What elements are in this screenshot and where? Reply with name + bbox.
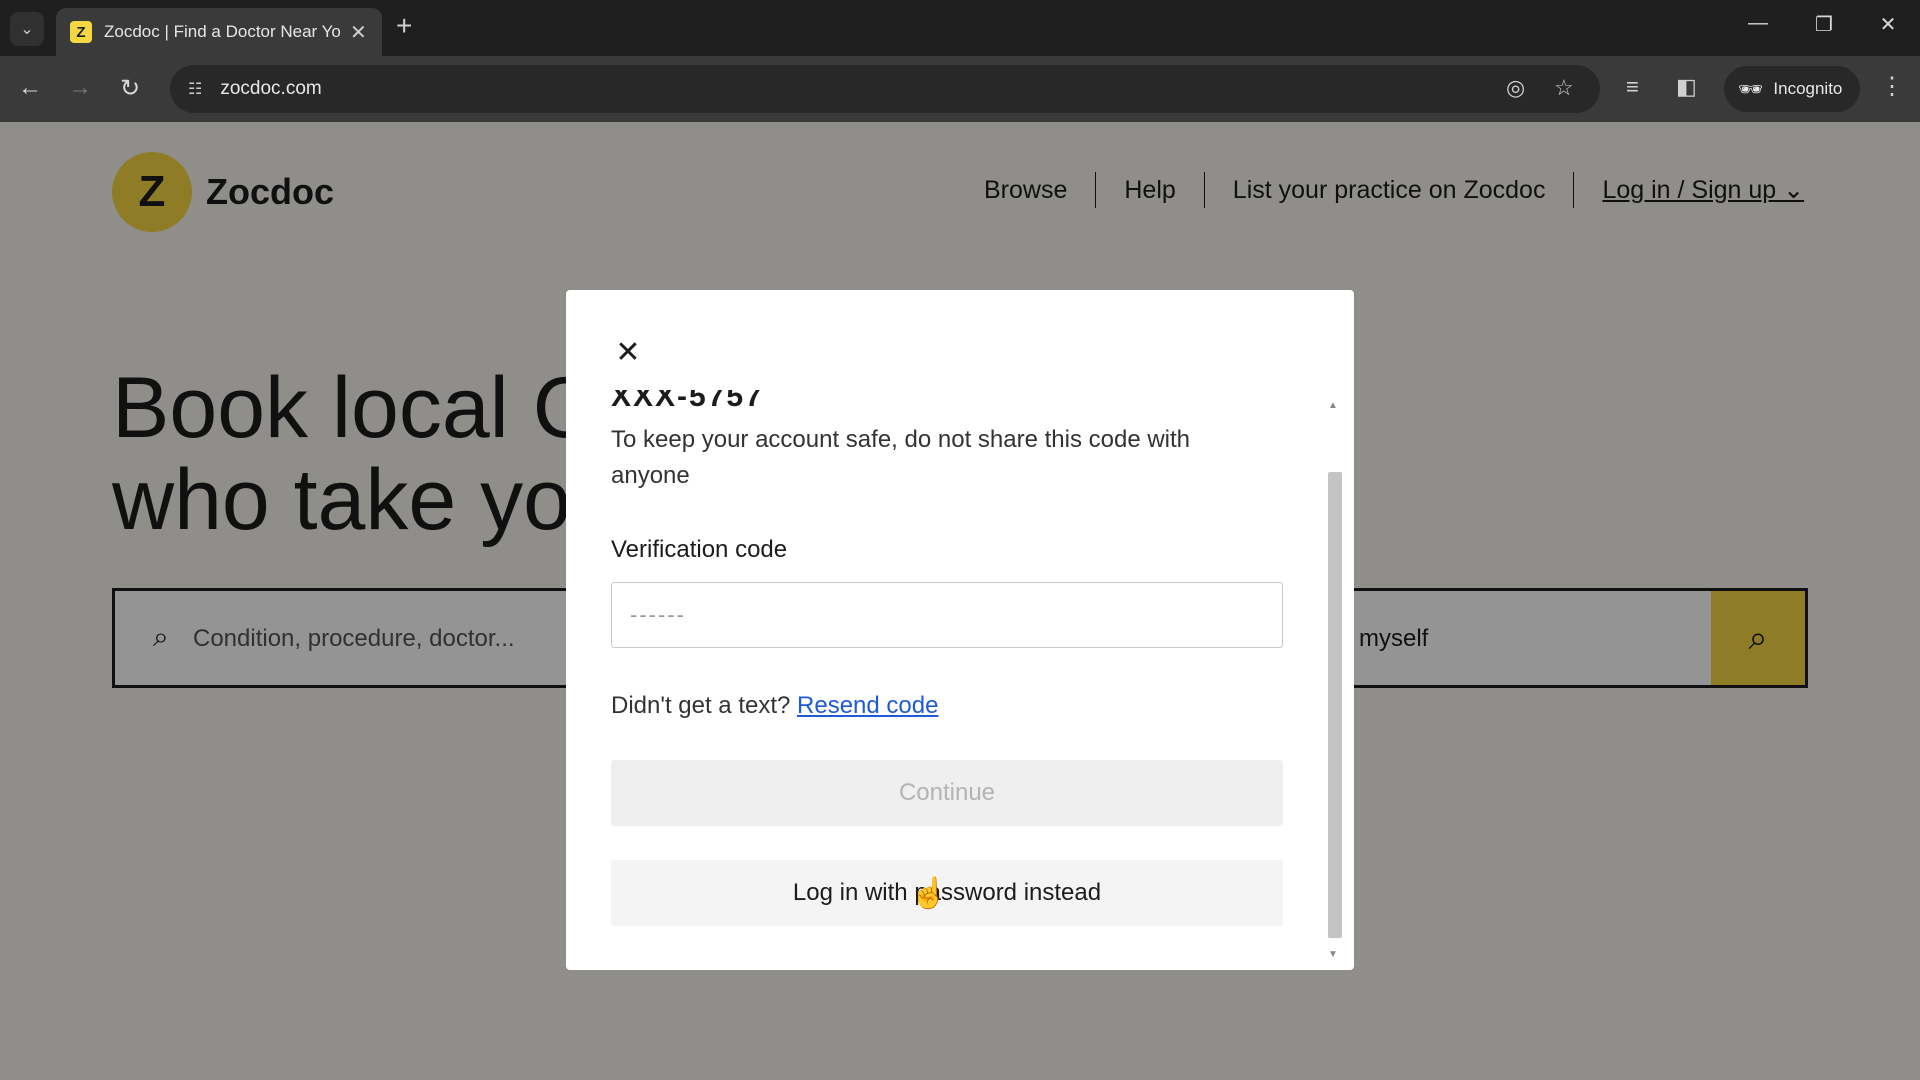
incognito-badge[interactable]: 🕶 Incognito — [1724, 66, 1860, 112]
scroll-up-icon[interactable]: ▲ — [1328, 400, 1338, 411]
tab-search-icon[interactable]: ⌄ — [10, 12, 44, 46]
star-icon[interactable]: ☆ — [1554, 75, 1574, 101]
masked-phone-number: XXX-5757 — [611, 390, 764, 408]
modal-body: XXX-5757 To keep your account safe, do n… — [611, 390, 1291, 926]
eye-off-icon[interactable]: ◎ — [1506, 75, 1525, 101]
security-info-text: To keep your account safe, do not share … — [611, 426, 1191, 489]
hand-cursor-icon: ☝ — [910, 877, 948, 910]
incognito-icon: 🕶 — [1738, 78, 1764, 101]
verification-modal: ✕ XXX-5757 To keep your account safe, do… — [566, 290, 1354, 970]
forward-icon[interactable]: → — [62, 74, 98, 102]
resend-row: Didn't get a text? Resend code — [611, 692, 1291, 720]
new-tab-button[interactable]: + — [396, 10, 412, 42]
site-info-icon[interactable]: ☷ — [188, 79, 202, 99]
verification-code-label: Verification code — [611, 536, 788, 563]
browser-toolbar: ← → ↻ ☷ zocdoc.com ◎ ☆ ≡ ◧ 🕶 Incognito ⋮ — [0, 56, 1920, 122]
tab-title: Zocdoc | Find a Doctor Near You — [104, 22, 340, 41]
browser-menu-icon[interactable]: ⋮ — [1880, 72, 1904, 101]
restore-icon[interactable]: ❐ — [1804, 12, 1844, 37]
tab-close-icon[interactable]: ✕ — [350, 20, 367, 45]
side-panel-icon[interactable]: ◧ — [1676, 74, 1697, 100]
incognito-label: Incognito — [1773, 79, 1843, 98]
continue-button[interactable]: Continue — [611, 760, 1283, 826]
browser-tab[interactable]: Z Zocdoc | Find a Doctor Near You ✕ — [56, 8, 382, 56]
close-icon[interactable]: ✕ — [610, 334, 646, 370]
reload-icon[interactable]: ↻ — [112, 74, 148, 103]
scroll-thumb[interactable] — [1328, 472, 1342, 938]
browser-tab-bar: ⌄ Z Zocdoc | Find a Doctor Near You ✕ + … — [0, 0, 1920, 56]
minimize-icon[interactable]: — — [1738, 12, 1778, 35]
url-text[interactable]: zocdoc.com — [220, 78, 321, 100]
window-close-icon[interactable]: ✕ — [1868, 12, 1908, 37]
back-icon[interactable]: ← — [12, 74, 48, 102]
modal-scrollbar[interactable]: ▲ ▼ — [1326, 400, 1344, 960]
media-controls-icon[interactable]: ≡ — [1626, 74, 1639, 100]
resend-prompt: Didn't get a text? — [611, 692, 798, 719]
resend-code-link[interactable]: Resend code — [797, 692, 938, 719]
verification-code-input[interactable] — [611, 582, 1283, 648]
address-bar[interactable]: ☷ zocdoc.com ◎ ☆ — [170, 65, 1600, 113]
zocdoc-favicon-icon: Z — [70, 21, 92, 43]
scroll-down-icon[interactable]: ▼ — [1328, 949, 1338, 960]
